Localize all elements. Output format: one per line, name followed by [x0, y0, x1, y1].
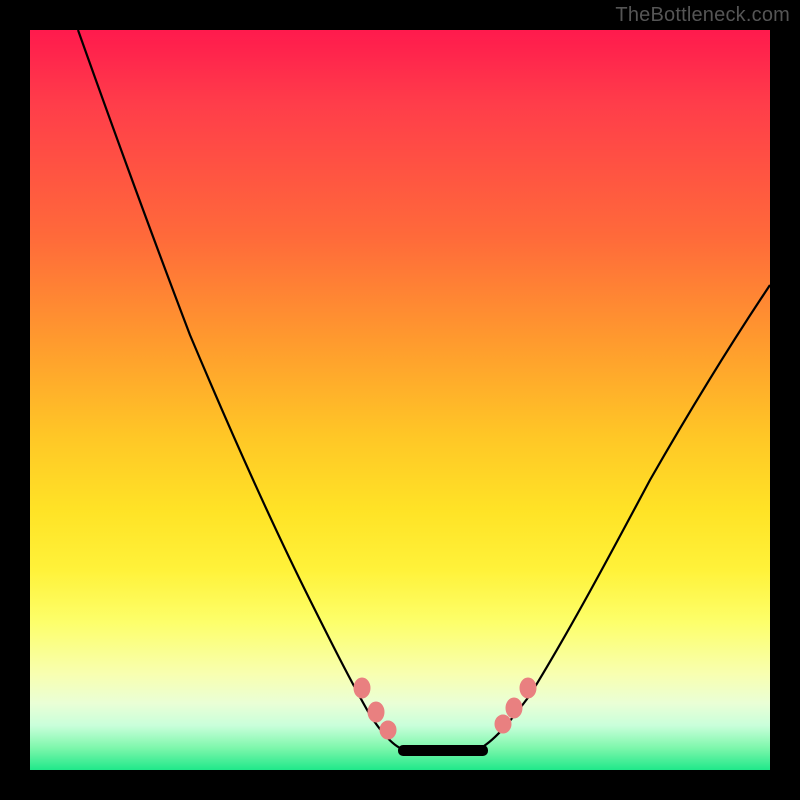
marker-right-2	[506, 698, 522, 718]
marker-left-2	[368, 702, 384, 722]
marker-left-3	[380, 721, 396, 739]
marker-left-1	[354, 678, 370, 698]
plot-area	[30, 30, 770, 770]
curve-left-arm	[78, 30, 402, 749]
watermark-text: TheBottleneck.com	[615, 4, 790, 27]
trough-bar	[398, 745, 488, 756]
chart-frame: TheBottleneck.com	[0, 0, 800, 800]
marker-right-3	[520, 678, 536, 698]
curve-markers	[354, 678, 536, 756]
curve-right-arm	[484, 285, 770, 746]
bottleneck-curve	[30, 30, 770, 770]
marker-right-1	[495, 715, 511, 733]
